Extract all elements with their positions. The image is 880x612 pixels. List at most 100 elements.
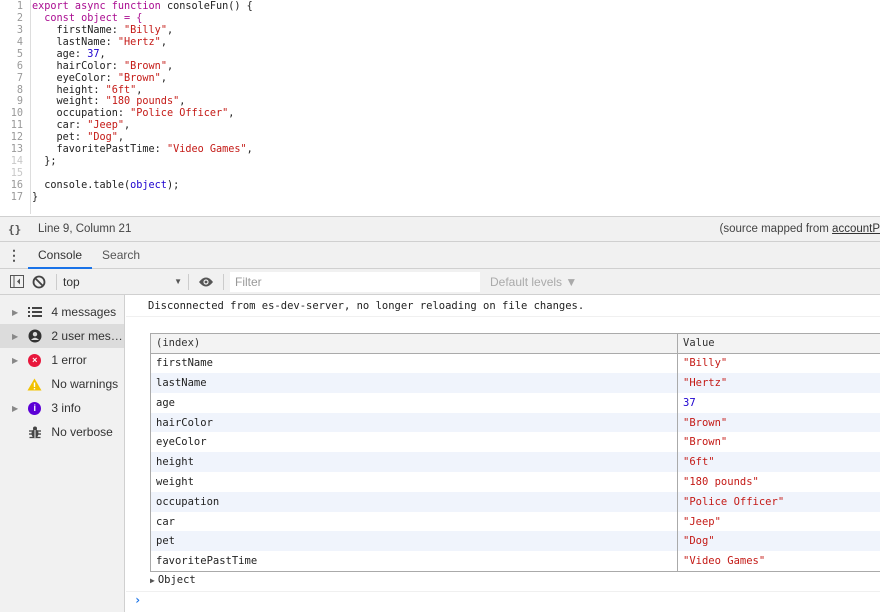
object-expander[interactable]: ▶ Object [150, 571, 196, 589]
column-header-value[interactable]: Value [677, 333, 880, 354]
source-map-link[interactable]: accountP [832, 223, 880, 235]
code-editor[interactable]: 1 export async function consoleFun() {2 c… [0, 0, 880, 216]
index-cell: weight [150, 472, 678, 492]
code-line[interactable]: 6 hairColor: "Brown", [0, 61, 173, 73]
code-token: export async function [32, 1, 167, 13]
code-token: "Police Officer" [130, 108, 229, 120]
line-number[interactable]: 16 [0, 180, 27, 191]
log-levels-dropdown[interactable]: Default levels ▼ [490, 275, 577, 289]
pretty-print-icon[interactable]: {} [0, 223, 30, 236]
line-number[interactable]: 11 [0, 120, 27, 131]
line-number[interactable]: 1 [0, 1, 27, 12]
value-cell: "Brown" [683, 436, 728, 449]
line-number[interactable]: 13 [0, 144, 27, 155]
table-row: eyeColor "Brown" [150, 432, 880, 453]
cursor-position: Line 9, Column 21 [38, 223, 132, 235]
code-token: height: [32, 84, 106, 96]
code-token: console.table( [32, 179, 131, 191]
index-cell: firstName [150, 353, 678, 374]
console-prompt[interactable]: › [134, 593, 141, 607]
code-text: export async function consoleFun() { [27, 1, 253, 12]
code-line[interactable]: 8 height: "6ft", [0, 84, 143, 96]
line-number[interactable]: 15 [0, 168, 27, 179]
sidebar-item-verbose[interactable]: ▶ No verbose [0, 420, 124, 444]
line-number[interactable]: 17 [0, 192, 27, 203]
expand-arrow-icon[interactable]: ▶ [0, 356, 18, 365]
sidebar-item-warnings[interactable]: ▶ No warnings [0, 372, 124, 396]
code-token: , [117, 132, 125, 144]
table-row: favoritePastTime "Video Games" [150, 551, 880, 572]
code-line[interactable]: 9 weight: "180 pounds", [0, 96, 186, 108]
code-line[interactable]: 1 export async function consoleFun() { [0, 1, 253, 13]
source-mapped-note: (source mapped from accountP [720, 223, 880, 235]
table-row: height "6ft" [150, 452, 880, 473]
filter-input[interactable] [230, 271, 480, 292]
index-cell: age [150, 392, 678, 413]
line-number[interactable]: 8 [0, 85, 27, 96]
code-token: firstName: [32, 25, 125, 37]
code-token: consoleFun() { [166, 1, 253, 13]
code-line[interactable]: 7 eyeColor: "Brown", [0, 72, 167, 84]
code-token: , [166, 25, 174, 37]
sidebar-item-label: No verbose [51, 425, 113, 439]
toolbar-divider [223, 273, 224, 290]
line-number[interactable]: 6 [0, 61, 27, 72]
table-row: hairColor "Brown" [150, 412, 880, 433]
tab-search[interactable]: Search [92, 242, 150, 268]
column-header-index[interactable]: (index) [150, 333, 678, 354]
code-line[interactable]: 2 const object = { [0, 13, 143, 25]
code-line[interactable]: 3 firstName: "Billy", [0, 25, 173, 37]
line-number[interactable]: 9 [0, 96, 27, 107]
bug-icon [26, 426, 43, 439]
tab-console[interactable]: Console [28, 242, 93, 269]
line-number[interactable]: 10 [0, 108, 27, 119]
code-token: "Jeep" [87, 120, 125, 132]
line-number[interactable]: 12 [0, 132, 27, 143]
code-token: , [124, 120, 131, 132]
code-line[interactable]: 12 pet: "Dog", [0, 132, 124, 144]
expand-arrow-icon[interactable]: ▶ [0, 404, 18, 413]
code-line[interactable]: 14 }; [0, 156, 57, 168]
line-number[interactable]: 5 [0, 49, 27, 60]
code-token: 37 [87, 48, 100, 60]
code-text: car: "Jeep", [27, 120, 131, 132]
line-number[interactable]: 2 [0, 13, 27, 24]
code-token: , [160, 72, 167, 84]
code-line[interactable]: 4 lastName: "Hertz", [0, 37, 167, 49]
code-line[interactable]: 17} [0, 191, 38, 203]
code-token: } [32, 191, 39, 203]
code-token: "6ft" [105, 84, 137, 96]
expand-arrow-icon[interactable]: ▶ [0, 308, 18, 317]
expand-arrow-icon[interactable]: ▶ [0, 332, 18, 341]
list-icon [26, 307, 43, 317]
line-number[interactable]: 7 [0, 73, 27, 84]
sidebar-item-errors[interactable]: ▶ × 1 error [0, 348, 124, 372]
code-line[interactable]: 16 console.table(object); [0, 179, 180, 192]
more-tools-menu-icon[interactable]: ⋮ [0, 242, 28, 268]
code-token: , [228, 108, 235, 120]
code-line[interactable]: 5 age: 37, [0, 49, 106, 61]
sidebar-item-user-messages[interactable]: ▶ 2 user mes… [0, 324, 124, 348]
code-line[interactable]: 15 [0, 168, 32, 180]
expand-arrow-icon[interactable]: ▶ [150, 576, 155, 585]
code-line[interactable]: 13 favoritePastTime: "Video Games", [0, 144, 253, 156]
live-expression-eye-icon[interactable] [195, 271, 217, 293]
sidebar-item-info[interactable]: ▶ i 3 info [0, 396, 124, 420]
clear-console-icon[interactable] [28, 271, 50, 293]
code-line[interactable]: 10 occupation: "Police Officer", [0, 108, 235, 120]
code-text: firstName: "Billy", [27, 25, 174, 37]
index-cell: favoritePastTime [150, 551, 678, 572]
code-text: age: 37, [27, 49, 106, 60]
sidebar-item-messages[interactable]: ▶ 4 messages [0, 300, 124, 324]
code-line[interactable]: 11 car: "Jeep", [0, 120, 130, 132]
toggle-sidebar-icon[interactable] [6, 271, 28, 293]
line-number[interactable]: 4 [0, 37, 27, 48]
code-token: weight: [32, 96, 106, 108]
context-selector[interactable]: top ▼ [63, 275, 188, 289]
code-token: , [160, 36, 167, 48]
line-number[interactable]: 3 [0, 25, 27, 36]
line-number[interactable]: 14 [0, 156, 27, 167]
console-output: Disconnected from es-dev-server, no long… [126, 295, 880, 612]
index-cell: car [150, 511, 678, 532]
